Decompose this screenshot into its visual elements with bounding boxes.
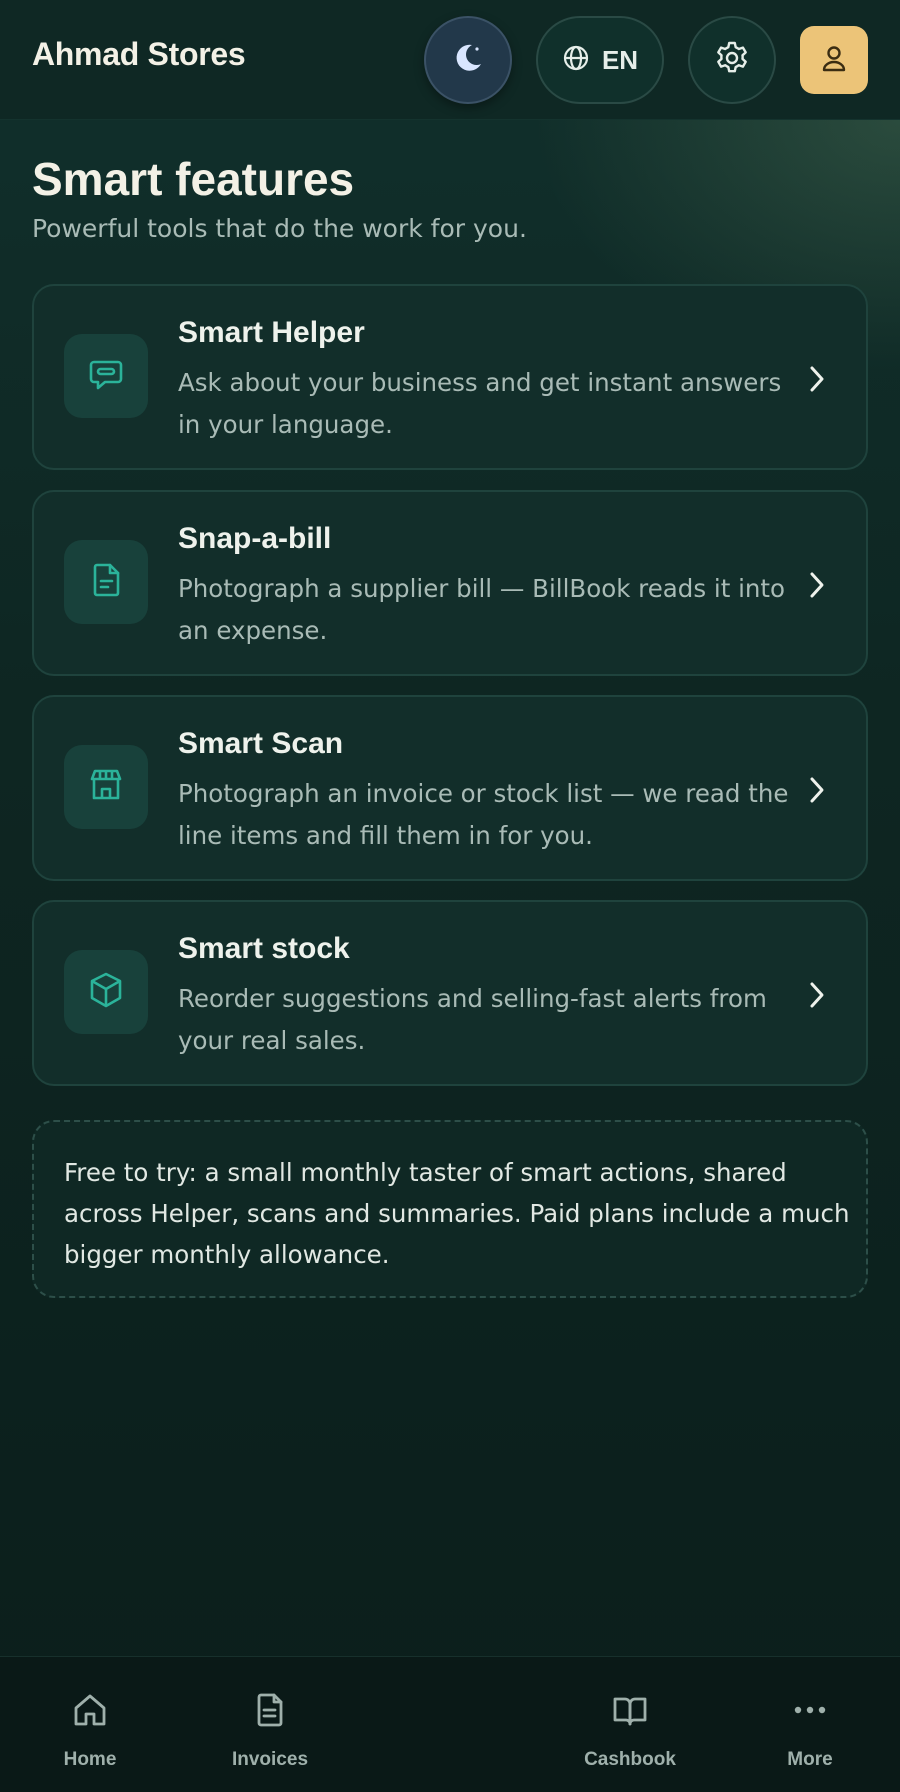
gear-icon	[713, 39, 751, 81]
theme-toggle-button[interactable]	[424, 16, 512, 104]
nav-item-invoices[interactable]: Invoices	[180, 1657, 360, 1792]
document-icon	[251, 1691, 289, 1733]
top-bar: Ahmad Stores EN	[0, 0, 900, 120]
chevron-right-icon	[806, 980, 828, 1014]
feature-title: Smart Scan	[178, 727, 344, 760]
nav-item-more[interactable]: More	[720, 1657, 900, 1792]
language-button[interactable]: EN	[536, 16, 664, 104]
feature-title: Smart stock	[178, 932, 350, 965]
nav-label: More	[787, 1749, 833, 1770]
store-name: Ahmad Stores	[32, 36, 246, 72]
free-trial-text: Free to try: a small monthly taster of s…	[64, 1158, 850, 1269]
feature-card-smart-helper[interactable]: Smart Helper Ask about your business and…	[32, 284, 868, 470]
moon-icon	[450, 40, 486, 80]
feature-description: Ask about your business and get instant …	[178, 368, 782, 439]
settings-button[interactable]	[688, 16, 776, 104]
chat-icon	[86, 354, 126, 398]
feature-icon-box	[64, 950, 148, 1034]
nav-item-cashbook[interactable]: Cashbook	[540, 1657, 720, 1792]
language-label: EN	[601, 44, 639, 75]
profile-button[interactable]	[800, 26, 868, 94]
feature-card-smart-scan[interactable]: Smart Scan Photograph an invoice or stoc…	[32, 695, 868, 881]
feature-title: Snap-a-bill	[178, 522, 332, 555]
chevron-right-icon	[806, 364, 828, 398]
feature-description: Photograph an invoice or stock list — we…	[178, 779, 789, 850]
nav-label: Home	[63, 1749, 117, 1770]
globe-icon	[562, 44, 590, 76]
chevron-right-icon	[806, 570, 828, 604]
feature-description: Photograph a supplier bill — BillBook re…	[178, 574, 786, 645]
free-trial-note: Free to try: a small monthly taster of s…	[32, 1120, 868, 1298]
more-icon	[791, 1691, 829, 1733]
box-icon	[86, 970, 126, 1014]
feature-icon-box	[64, 334, 148, 418]
store-icon	[86, 765, 126, 809]
book-icon	[611, 1691, 649, 1733]
smart-features-screen: Ahmad Stores EN Smart features Powerful …	[0, 0, 900, 1792]
document-icon	[86, 560, 126, 604]
feature-card-snap-a-bill[interactable]: Snap-a-bill Photograph a supplier bill —…	[32, 490, 868, 676]
user-icon	[819, 43, 849, 77]
page-title: Smart features	[32, 153, 355, 205]
feature-icon-box	[64, 540, 148, 624]
nav-label: Cashbook	[584, 1749, 676, 1770]
feature-icon-box	[64, 745, 148, 829]
feature-card-smart-stock[interactable]: Smart stock Reorder suggestions and sell…	[32, 900, 868, 1086]
chevron-right-icon	[806, 775, 828, 809]
feature-description: Reorder suggestions and selling-fast ale…	[178, 984, 767, 1055]
page-subtitle: Powerful tools that do the work for you.	[32, 214, 527, 243]
nav-label: Invoices	[231, 1749, 309, 1770]
bottom-navigation: Home Invoices Cashbook More	[0, 1656, 900, 1792]
home-icon	[71, 1691, 109, 1733]
feature-title: Smart Helper	[178, 316, 365, 349]
nav-item-home[interactable]: Home	[0, 1657, 180, 1792]
